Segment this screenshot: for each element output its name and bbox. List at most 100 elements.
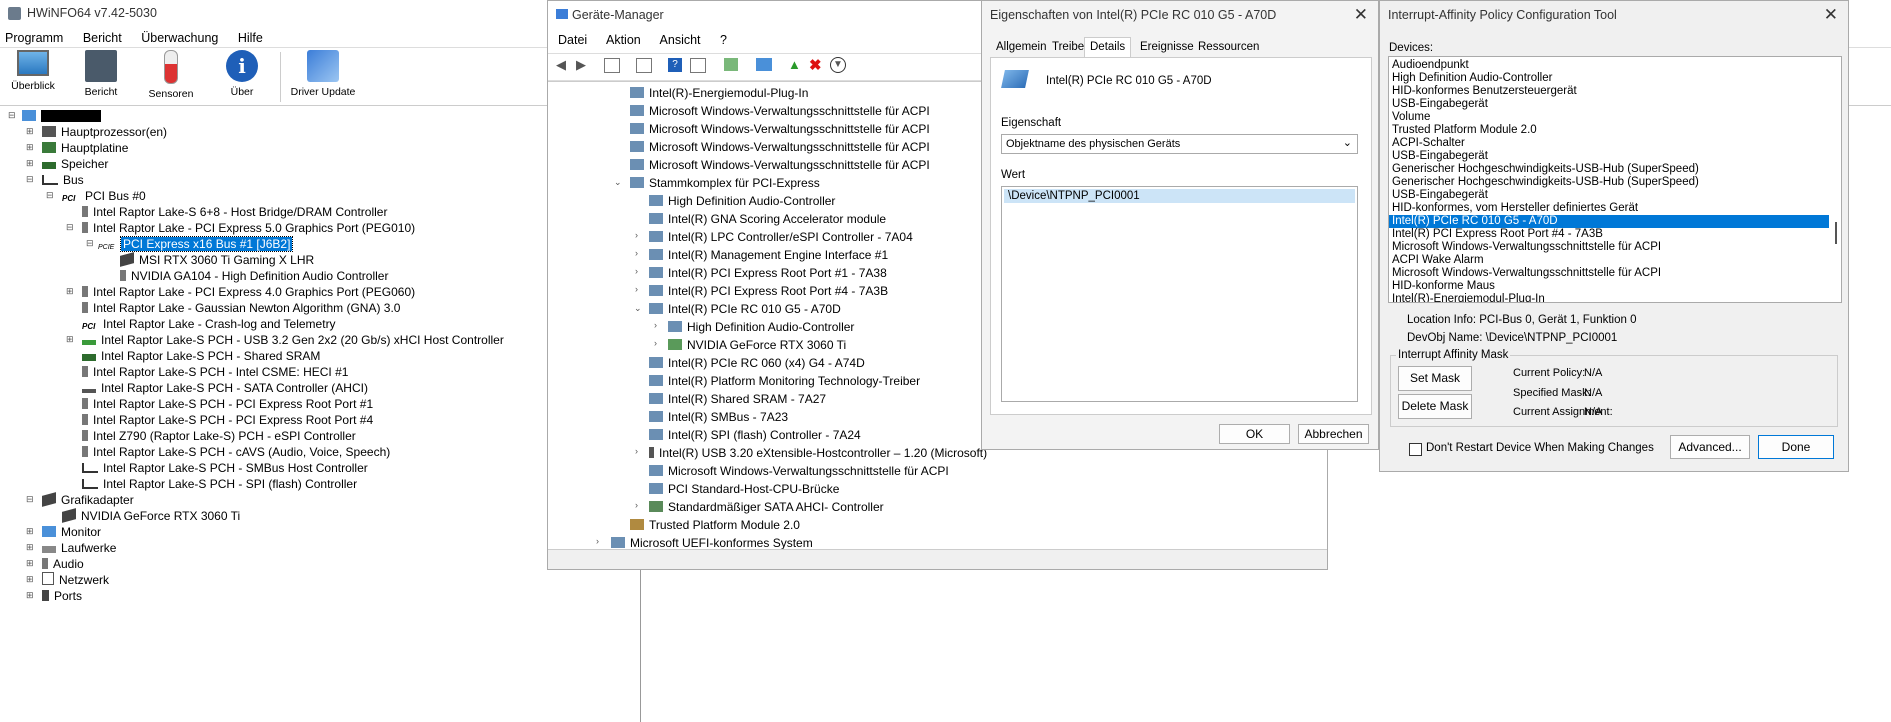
device-item[interactable]: USB-Eingabegerät (1389, 150, 1829, 163)
tree-item[interactable]: Intel(R) USB 3.20 eXtensible-Hostcontrol… (649, 445, 987, 461)
expander-icon[interactable]: ⊟ (86, 238, 94, 249)
expander-icon[interactable]: ⊞ (26, 158, 34, 169)
tree-item[interactable]: Intel Raptor Lake-S 6+8 - Host Bridge/DR… (82, 204, 387, 220)
tree-item-pci-bus[interactable]: PCI PCI Bus #0 (62, 188, 146, 204)
tree-item-audio[interactable]: Audio (42, 556, 84, 572)
tree-item[interactable]: Intel Raptor Lake - Gaussian Newton Algo… (82, 300, 400, 316)
tree-item[interactable]: PCI Intel Raptor Lake - Crash-log and Tel… (82, 316, 336, 332)
expander-icon[interactable]: ⊞ (66, 334, 74, 345)
devices-listbox[interactable]: Audioendpunkt High Definition Audio-Cont… (1388, 56, 1842, 303)
tree-item[interactable]: High Definition Audio-Controller (649, 193, 835, 209)
tab-resources[interactable]: Ressourcen (1198, 41, 1259, 53)
advanced-button[interactable]: Advanced... (1670, 435, 1750, 459)
set-mask-button[interactable]: Set Mask (1398, 366, 1472, 391)
toolbar-report-button[interactable]: Bericht (72, 50, 130, 98)
device-item-selected[interactable]: Intel(R) PCIe RC 010 G5 - A70D (1389, 215, 1829, 228)
delete-mask-button[interactable]: Delete Mask (1398, 394, 1472, 419)
tree-item[interactable]: Intel Raptor Lake-S PCH - SPI (flash) Co… (82, 476, 357, 492)
device-item[interactable]: Intel(R)-Energiemodul-Plug-In (1389, 293, 1829, 302)
tree-item[interactable]: Intel(R) SPI (flash) Controller - 7A24 (649, 427, 861, 443)
list-view-icon[interactable] (636, 58, 652, 73)
update-driver-icon[interactable]: ▲ (788, 57, 801, 72)
tree-item[interactable]: NVIDIA GeForce RTX 3060 Ti (668, 337, 846, 353)
expand-chevron-icon[interactable]: › (596, 536, 599, 546)
close-icon[interactable]: ✕ (1354, 5, 1368, 25)
tree-item-graphics[interactable]: Grafikadapter (42, 492, 134, 508)
expander-icon[interactable]: ⊟ (26, 174, 34, 185)
tree-item[interactable]: Intel Raptor Lake - PCI Express 5.0 Grap… (82, 220, 415, 236)
tree-item[interactable]: Intel Raptor Lake-S PCH - PCI Express Ro… (82, 396, 373, 412)
tree-item[interactable]: Intel Raptor Lake - PCI Express 4.0 Grap… (82, 284, 415, 300)
expander-icon[interactable]: ⊞ (66, 286, 74, 297)
property-select[interactable]: Objektname des physischen Geräts ⌄ (1001, 134, 1358, 154)
menu-aktion[interactable]: Aktion (606, 33, 641, 47)
device-item[interactable]: HID-konformes Benutzersteuergerät (1389, 85, 1829, 98)
scan-hardware-icon[interactable] (724, 58, 738, 71)
disable-device-icon[interactable]: ▼ (830, 57, 846, 73)
tree-item[interactable]: NVIDIA GA104 - High Definition Audio Con… (120, 268, 388, 284)
toolbar-driver-update-button[interactable]: Driver Update (290, 50, 356, 98)
tree-item[interactable]: Intel Raptor Lake-S PCH - PCI Express Ro… (82, 412, 373, 428)
expand-chevron-icon[interactable]: › (635, 266, 638, 276)
menu-datei[interactable]: Datei (558, 33, 587, 47)
tree-item-monitor[interactable]: Monitor (42, 524, 101, 540)
tree-item[interactable]: Microsoft Windows-Verwaltungsschnittstel… (630, 157, 930, 173)
collapse-chevron-icon[interactable]: ⌄ (634, 303, 642, 314)
value-item-selected[interactable]: \Device\NTPNP_PCI0001 (1004, 189, 1355, 203)
tree-item-memory[interactable]: Speicher (42, 156, 108, 172)
properties-icon[interactable] (604, 58, 620, 73)
cancel-button[interactable]: Abbrechen (1298, 424, 1369, 444)
tree-item[interactable]: Intel(R) Platform Monitoring Technology-… (649, 373, 920, 389)
tree-root[interactable] (22, 108, 101, 124)
tree-item[interactable]: NVIDIA GeForce RTX 3060 Ti (62, 508, 240, 524)
help-icon[interactable]: ? (668, 58, 682, 72)
device-item[interactable]: HID-konforme Maus (1389, 280, 1829, 293)
menu-ueberwachung[interactable]: Überwachung (141, 31, 218, 45)
tree-item[interactable]: Microsoft Windows-Verwaltungsschnittstel… (630, 139, 930, 155)
tree-item-cpu[interactable]: Hauptprozessor(en) (42, 124, 167, 140)
device-item[interactable]: Intel(R) PCI Express Root Port #4 - 7A3B (1389, 228, 1829, 241)
device-item[interactable]: Microsoft Windows-Verwaltungsschnittstel… (1389, 241, 1829, 254)
tab-details[interactable]: Details (1084, 37, 1132, 57)
tree-item[interactable]: Intel Raptor Lake-S PCH - USB 3.2 Gen 2x… (82, 332, 504, 348)
device-item[interactable]: Trusted Platform Module 2.0 (1389, 124, 1829, 137)
expander-icon[interactable]: ⊟ (46, 190, 54, 201)
tab-driver[interactable]: Treiber (1052, 41, 1088, 53)
tree-item[interactable]: Intel Raptor Lake-S PCH - Shared SRAM (82, 348, 320, 364)
tree-item[interactable]: Intel Z790 (Raptor Lake-S) PCH - eSPI Co… (82, 428, 356, 444)
expander-icon[interactable]: ⊟ (66, 222, 74, 233)
tree-item-pcie-root-complex[interactable]: Stammkomplex für PCI-Express (630, 175, 820, 191)
menu-ansicht[interactable]: Ansicht (660, 33, 701, 47)
expand-chevron-icon[interactable]: › (635, 248, 638, 258)
close-icon[interactable]: ✕ (1824, 5, 1838, 25)
tree-item[interactable]: MSI RTX 3060 Ti Gaming X LHR (120, 252, 314, 268)
value-list[interactable]: \Device\NTPNP_PCI0001 (1001, 186, 1358, 402)
tree-item[interactable]: Intel(R)-Energiemodul-Plug-In (630, 85, 808, 101)
tree-item-bus[interactable]: Bus (42, 172, 84, 188)
expand-chevron-icon[interactable]: › (635, 446, 638, 456)
done-button[interactable]: Done (1758, 435, 1834, 459)
tree-item[interactable]: Intel(R) PCI Express Root Port #1 - 7A38 (649, 265, 887, 281)
tree-item[interactable]: PCI Standard-Host-CPU-Brücke (649, 481, 839, 497)
tree-item[interactable]: Intel Raptor Lake-S PCH - cAVS (Audio, V… (82, 444, 390, 460)
expander-icon[interactable]: ⊞ (26, 590, 34, 601)
tree-item[interactable]: Intel Raptor Lake-S PCH - SMBus Host Con… (82, 460, 368, 476)
expand-chevron-icon[interactable]: › (654, 320, 657, 330)
tree-item[interactable]: Standardmäßiger SATA AHCI- Controller (649, 499, 884, 515)
device-item[interactable]: Generischer Hochgeschwindigkeits-USB-Hub… (1389, 176, 1829, 189)
tree-item-selected[interactable]: PCIE PCI Express x16 Bus #1 [J6B2] (98, 236, 294, 252)
devices-scrollbar[interactable] (1835, 222, 1837, 244)
expander-icon[interactable]: ⊞ (26, 142, 34, 153)
collapse-chevron-icon[interactable]: ⌄ (614, 177, 622, 188)
tree-item[interactable]: Intel Raptor Lake-S PCH - SATA Controlle… (82, 380, 368, 396)
tree-item[interactable]: Microsoft Windows-Verwaltungsschnittstel… (630, 103, 930, 119)
tab-events[interactable]: Ereignisse (1140, 41, 1194, 53)
tree-item-drives[interactable]: Laufwerke (42, 540, 116, 556)
tab-general[interactable]: Allgemein (996, 41, 1047, 53)
device-item[interactable]: USB-Eingabegerät (1389, 98, 1829, 111)
tree-item-ports[interactable]: Ports (42, 588, 82, 604)
device-item[interactable]: USB-Eingabegerät (1389, 189, 1829, 202)
view-icon[interactable] (690, 58, 706, 73)
forward-arrow-icon[interactable]: ▶ (576, 57, 586, 73)
device-item[interactable]: High Definition Audio-Controller (1389, 72, 1829, 85)
